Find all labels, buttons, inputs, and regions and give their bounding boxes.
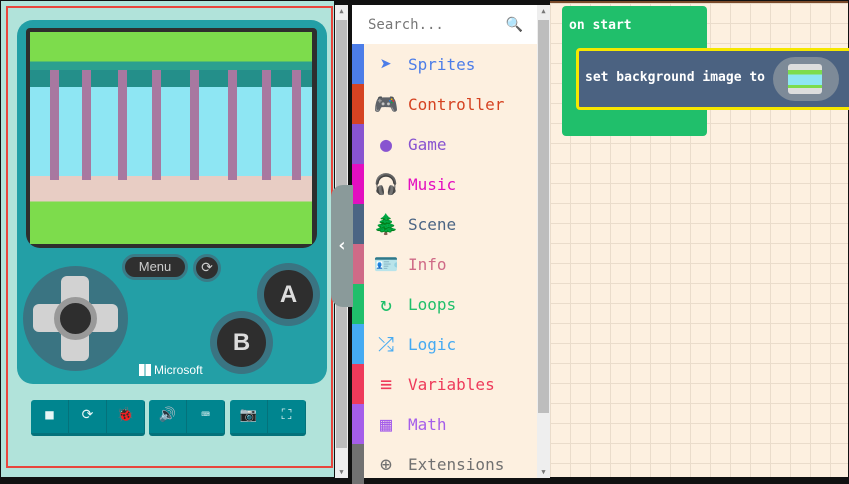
toolbox-scrollbar[interactable]: ▲ ▼	[537, 5, 550, 478]
category-logic[interactable]: ⤮ Logic	[352, 324, 537, 364]
b-button[interactable]: B	[210, 311, 273, 374]
loops-icon: ↻	[379, 292, 393, 316]
sound-button[interactable]: 🔊	[149, 400, 187, 433]
menu-button[interactable]: Menu	[122, 254, 188, 280]
category-label: Info	[408, 254, 447, 274]
keyboard-button[interactable]: ⌨	[187, 400, 225, 433]
extensions-icon: ⊕	[379, 452, 393, 476]
sim-toolbar-group-1: ■ ⟳ 🐞	[31, 400, 145, 436]
collapse-simulator-button[interactable]: ‹	[331, 185, 353, 307]
refresh-icon: ⟳	[201, 260, 213, 276]
info-icon: 🪪	[373, 252, 399, 276]
simulator-panel: Menu ⟳ A B Microsoft ■ ⟳ 🐞 🔊 ⌨ 📷 ⛶	[1, 1, 334, 477]
game-device: Menu ⟳ A B Microsoft	[17, 20, 327, 384]
debug-button[interactable]: 🐞	[107, 400, 145, 433]
game-icon: ●	[379, 132, 393, 156]
category-label: Variables	[408, 374, 495, 394]
category-label: Controller	[408, 94, 505, 114]
category-label: Extensions	[408, 454, 505, 474]
category-label: Loops	[408, 294, 457, 314]
category-scene[interactable]: 🌲 Scene	[352, 204, 537, 244]
variables-icon: ≡	[379, 372, 393, 396]
image-picker-field[interactable]	[773, 57, 839, 101]
sim-toolbar-group-3: 📷 ⛶	[230, 400, 306, 436]
logic-icon: ⤮	[378, 332, 394, 356]
category-label: Game	[408, 134, 447, 154]
category-label: Scene	[408, 214, 457, 234]
a-button[interactable]: A	[257, 263, 320, 326]
screen-bezel	[26, 28, 317, 248]
toolbox: Search... 🔍 ➤ Sprites 🎮 Controller ● Game 🎧 Musi…	[352, 5, 537, 484]
category-sprites[interactable]: ➤ Sprites	[352, 44, 537, 84]
sim-toolbar-group-2: 🔊 ⌨	[149, 400, 225, 436]
category-game[interactable]: ● Game	[352, 124, 537, 164]
controller-icon: 🎮	[373, 92, 399, 116]
sprites-icon: ➤	[379, 52, 393, 76]
category-label: Math	[408, 414, 447, 434]
category-math[interactable]: ▦ Math	[352, 404, 537, 444]
category-label: Logic	[408, 334, 457, 354]
chevron-left-icon: ‹	[336, 235, 348, 256]
category-info[interactable]: 🪪 Info	[352, 244, 537, 284]
category-loops[interactable]: ↻ Loops	[352, 284, 537, 324]
set-background-image-block[interactable]: set background image to	[576, 48, 849, 110]
windows-icon	[139, 364, 151, 376]
fullscreen-button[interactable]: ⛶	[268, 400, 306, 433]
music-icon: 🎧	[373, 172, 399, 196]
microsoft-logo: Microsoft	[139, 363, 203, 377]
blocks-workspace[interactable]: on start set background image to	[550, 1, 849, 477]
category-label: Sprites	[408, 54, 476, 74]
game-screen[interactable]	[30, 32, 312, 244]
category-controller[interactable]: 🎮 Controller	[352, 84, 537, 124]
category-variables[interactable]: ≡ Variables	[352, 364, 537, 404]
scene-icon: 🌲	[373, 212, 399, 236]
background-image-thumbnail	[788, 64, 822, 94]
search-icon[interactable]: 🔍	[506, 17, 523, 33]
dpad-center	[54, 297, 97, 340]
restart-button[interactable]: ⟳	[69, 400, 107, 433]
category-extensions[interactable]: ⊕ Extensions	[352, 444, 537, 484]
search-input[interactable]: Search... 🔍	[352, 5, 537, 44]
category-label: Music	[408, 174, 457, 194]
reset-game-button[interactable]: ⟳	[193, 254, 221, 282]
category-music[interactable]: 🎧 Music	[352, 164, 537, 204]
dpad[interactable]	[23, 266, 128, 371]
screenshot-button[interactable]: 📷	[230, 400, 268, 433]
stop-button[interactable]: ■	[31, 400, 69, 433]
math-icon: ▦	[379, 412, 393, 436]
